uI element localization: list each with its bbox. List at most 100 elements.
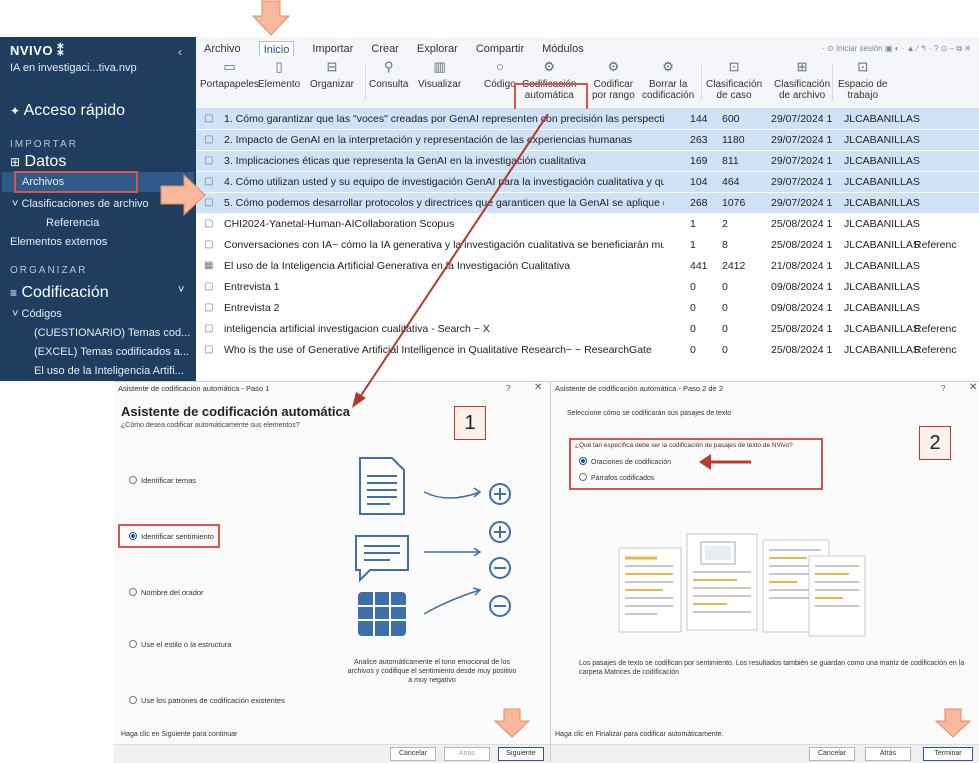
quick-access[interactable]: ✦ Acceso rápido xyxy=(10,102,125,120)
uncode-icon: ⚙ xyxy=(662,59,674,74)
sidebar-code-item[interactable]: (EXCEL) Temas codificados a... xyxy=(34,346,189,358)
code-circle-icon: ○ xyxy=(495,59,504,74)
annotation-arrow-right-icon xyxy=(160,173,206,217)
document-icon: ▢ xyxy=(204,281,214,292)
footer-hint: Haga clic en Finalizar para codificar au… xyxy=(555,731,724,738)
option-style-structure[interactable]: Use el estilo o la estructura xyxy=(129,640,231,649)
clipboard-button[interactable]: ▭ Portapapeles xyxy=(200,60,259,90)
cancel-button[interactable]: Cancelar xyxy=(390,747,436,761)
table-row[interactable]: ▢ 3. Implicaciones éticas que representa … xyxy=(196,151,979,171)
sidebar-item-file-classifications[interactable]: ˅ Clasificaciones de archivo xyxy=(12,198,149,210)
option-speaker-name[interactable]: Nombre del orador xyxy=(129,588,204,597)
chevron-down-icon: ˅ xyxy=(12,198,19,210)
collapse-sidebar-icon[interactable]: ‹ xyxy=(178,45,182,59)
close-icon[interactable]: ✕ xyxy=(534,382,542,393)
close-icon[interactable]: ✕ xyxy=(969,382,977,393)
organize-button[interactable]: ⊟ Organizar xyxy=(310,60,354,90)
option-existing-patterns[interactable]: Use los patrones de codificación existen… xyxy=(129,696,285,705)
coding-lines-icon: ≡ xyxy=(10,286,18,300)
dataset-icon: ▦ xyxy=(204,260,214,271)
sidebar-item-external[interactable]: Elementos externos xyxy=(10,236,107,248)
ribbon-divider xyxy=(365,63,366,101)
query-button[interactable]: ⚲ Consulta xyxy=(369,60,408,90)
group-coding[interactable]: ≡ Codificación ˅ xyxy=(10,284,184,302)
tab-crear[interactable]: Crear xyxy=(371,43,399,56)
option-coding-sentences[interactable]: Oraciones de codificación xyxy=(579,457,671,466)
case-classification-icon: ⊡ xyxy=(728,59,740,74)
table-row[interactable]: ▢ 4. Cómo utilizan usted y su equipo de i… xyxy=(196,172,979,192)
auto-code-icon: ⚙ xyxy=(543,59,556,74)
table-row[interactable]: ▢ 2. Impacto de GenAI en la interpretació… xyxy=(196,130,979,150)
dialog-footer: Cancelar Atrás Siguiente xyxy=(114,744,550,763)
table-row[interactable]: ▦ El uso de la Inteligencia Artificial Ge… xyxy=(196,256,979,276)
step-badge: 1 xyxy=(454,406,486,440)
file-classification-icon: ⊞ xyxy=(796,59,808,74)
sidebar-item-codes[interactable]: ˅ Códigos xyxy=(12,308,62,320)
wizard-heading: Asistente de codificación automática xyxy=(121,404,351,419)
document-icon: ▢ xyxy=(204,302,214,313)
help-icon[interactable]: ? xyxy=(941,384,945,393)
annotation-arrow-down-icon xyxy=(252,0,290,36)
auto-code-wizard-step-2: Asistente de codificación automática - P… xyxy=(550,381,979,763)
table-row[interactable]: ▢ Who is the use of Generative Artificial… xyxy=(196,340,979,360)
file-list: ▢ 1. Cómo garantizar que las "voces" crea… xyxy=(196,109,979,381)
document-icon: ▢ xyxy=(204,239,214,250)
radio-icon xyxy=(129,696,137,704)
option-identify-themes[interactable]: Identificar temas xyxy=(129,476,196,485)
tab-archivo[interactable]: Archivo xyxy=(204,43,241,56)
back-button[interactable]: Atrás xyxy=(865,747,911,761)
sentiment-illustration xyxy=(355,457,511,636)
dialog-footer: Cancelar Atrás Terminar xyxy=(551,744,979,763)
table-row[interactable]: ▢ 5. Cómo podemos desarrollar protocolos … xyxy=(196,193,979,213)
help-icon[interactable]: ? xyxy=(506,384,510,393)
table-row[interactable]: ▢ CHI2024-Yanetal-Human-AICollaboration S… xyxy=(196,214,979,234)
section-organize: ORGANIZAR xyxy=(10,265,88,276)
sidebar-code-item[interactable]: El uso de la Inteligencia Artifi... xyxy=(34,365,184,377)
sign-in-area[interactable]: · ⊙ Iniciar sesión ▣ ◐ · ▲ ⁄ ↰ · ? ⊙ – ⧉… xyxy=(822,44,971,54)
option-coding-paragraphs[interactable]: Párrafos codificados xyxy=(579,473,654,482)
tab-importar[interactable]: Importar xyxy=(312,43,353,56)
document-icon: ▯ xyxy=(275,59,283,74)
code-button[interactable]: ○ Código xyxy=(484,59,516,90)
item-button[interactable]: ▯ Elemento xyxy=(258,59,300,90)
cancel-button[interactable]: Cancelar xyxy=(809,747,855,761)
minus-circle-icon xyxy=(489,595,511,617)
uncode-button[interactable]: ⚙ Borrar la codificación xyxy=(642,59,694,101)
option-description: Los pasajes de texto se codifican por se… xyxy=(579,660,965,676)
range-code-button[interactable]: ⚙ Codificar por rango xyxy=(592,60,635,101)
file-classification-button[interactable]: ⊞ Clasificación de archivo xyxy=(774,59,830,101)
table-row[interactable]: ▢ 1. Cómo garantizar que las "voces" crea… xyxy=(196,109,979,129)
annotation-arrow-left-icon xyxy=(699,454,751,470)
case-classification-button[interactable]: ⊡ Clasificación de caso xyxy=(706,59,762,101)
finish-button[interactable]: Terminar xyxy=(923,747,973,761)
tab-explorar[interactable]: Explorar xyxy=(417,43,458,56)
annotation-arrow-down-icon xyxy=(935,708,971,738)
visualize-button[interactable]: ▥ Visualizar xyxy=(418,59,461,90)
ribbon-tabs: Archivo Inicio Importar Crear Explorar C… xyxy=(204,41,584,56)
sidebar-code-item[interactable]: (CUESTIONARIO) Temas cod... xyxy=(34,327,190,339)
table-row[interactable]: ▢ Entrevista 2 0 0 09/08/2024 1 JLCABANILLAS xyxy=(196,298,979,318)
next-button[interactable]: Siguiente xyxy=(498,747,544,761)
ribbon-toolbar: Archivo Inicio Importar Crear Explorar C… xyxy=(196,37,979,117)
tab-inicio[interactable]: Inicio xyxy=(258,41,295,56)
radio-icon xyxy=(129,476,137,484)
plus-circle-icon xyxy=(489,521,511,543)
workspace-button[interactable]: ⊡ Espacio de trabajo xyxy=(838,60,887,101)
minus-circle-icon xyxy=(489,557,511,579)
table-row[interactable]: ▢ inteligencia artificial investigacion c… xyxy=(196,319,979,339)
table-row[interactable]: ▢ Entrevista 1 0 0 09/08/2024 1 JLCABANILLAS xyxy=(196,277,979,297)
project-file-name: IA en investigaci...tiva.nvp xyxy=(10,62,137,74)
tab-modulos[interactable]: Módulos xyxy=(542,43,584,56)
sidebar-item-reference[interactable]: Referencia xyxy=(46,217,99,229)
group-data[interactable]: ⊞ Datos xyxy=(10,153,66,171)
bar-chart-icon: ▥ xyxy=(433,59,446,74)
tab-compartir[interactable]: Compartir xyxy=(476,43,524,56)
nvivo-window: NVIVO ⁑ ‹ IA en investigaci...tiva.nvp ✦… xyxy=(0,37,979,381)
table-row[interactable]: ▢ Conversaciones con IA~ cómo la IA gener… xyxy=(196,235,979,255)
chevron-down-icon: ˅ xyxy=(178,284,185,296)
option-description: Analice automáticamente el tono emociona… xyxy=(347,659,517,684)
back-button[interactable]: Atrás xyxy=(444,747,490,761)
data-grid-icon: ⊞ xyxy=(10,155,21,169)
ribbon-divider xyxy=(701,63,702,101)
auto-code-wizard-step-1: Asistente de codificación automática - P… xyxy=(114,381,550,763)
